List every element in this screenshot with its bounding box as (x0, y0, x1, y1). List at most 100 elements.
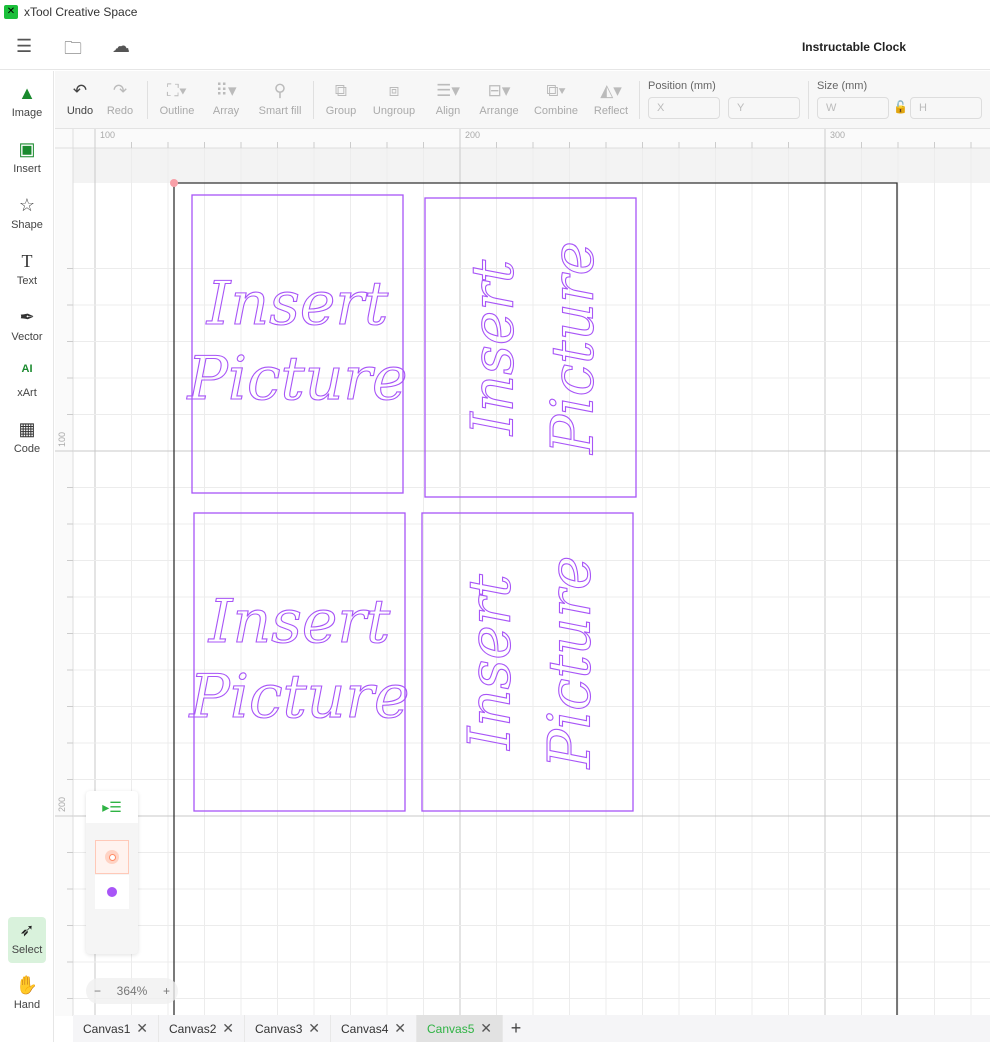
hand-icon: ✋ (15, 975, 39, 995)
button-label: Ungroup (372, 105, 416, 117)
placeholder-text: Picture (186, 344, 407, 414)
button-label: Reflect (593, 105, 629, 117)
qr-code-icon: ▦ (18, 419, 36, 439)
outline-button[interactable]: ⛶▾ Outline (155, 77, 199, 117)
position-x-input[interactable]: X (648, 97, 720, 119)
button-label: Combine (533, 105, 579, 117)
divider (147, 81, 148, 119)
sidebar-label: Shape (11, 219, 43, 231)
tab-canvas3[interactable]: Canvas3 ✕ (245, 1015, 331, 1042)
size-h-input[interactable]: H (910, 97, 982, 119)
toolbar: ↶ Undo ↷ Redo ⛶▾ Outline ⠿▾ Array ⚲ Smart fil… (55, 71, 990, 129)
placeholder-text: Insert (456, 574, 524, 751)
title-bar: ✕ xTool Creative Space (0, 0, 990, 24)
sidebar-label: Image (11, 107, 43, 119)
add-canvas-button[interactable]: + (503, 1015, 529, 1042)
redo-button[interactable]: ↷ Redo (105, 77, 135, 117)
button-label: Outline (159, 105, 195, 117)
smart-fill-button[interactable]: ⚲ Smart fill (255, 77, 305, 117)
group-button[interactable]: ⧉ Group (321, 77, 361, 117)
design-canvas[interactable]: 100 200 300 100 200 Insert Picture Insert P… (55, 129, 990, 1016)
button-label: Group (325, 105, 357, 117)
folder-icon[interactable]: 🗀 (64, 36, 82, 66)
ruler-x-label: 300 (830, 130, 845, 140)
align-button[interactable]: ☰▾ Align (430, 77, 466, 117)
tab-label: Canvas3 (255, 1021, 303, 1036)
tab-canvas5[interactable]: Canvas5 ✕ (417, 1015, 503, 1042)
app-title: xTool Creative Space (24, 5, 138, 19)
insert-icon: ▣ (18, 139, 36, 159)
layer-item-ferrule[interactable] (95, 840, 129, 874)
layer-color-icon (107, 887, 117, 897)
placeholder-text: Picture (188, 662, 409, 732)
tab-label: Canvas4 (341, 1021, 389, 1036)
ruler-y-label: 100 (57, 432, 67, 447)
layers-panel: ▸☰ (86, 791, 138, 954)
layer-item-purple[interactable] (95, 875, 129, 909)
placeholder-text: Insert (459, 259, 527, 436)
image-icon: ▲ (18, 83, 36, 103)
ruler-x-label: 200 (465, 130, 480, 140)
sidebar-label: Code (13, 443, 41, 455)
size-label: Size (mm) (817, 80, 868, 92)
sidebar-item-code[interactable]: ▦ Code (0, 419, 54, 455)
tab-label: Canvas1 (83, 1021, 131, 1036)
tab-canvas1[interactable]: Canvas1 ✕ (73, 1015, 159, 1042)
layer-list-icon[interactable]: ▸☰ (86, 791, 138, 823)
combine-button[interactable]: ⧉▾ Combine (532, 77, 580, 117)
layer-color-icon (105, 850, 119, 864)
close-icon[interactable]: ✕ (222, 1020, 234, 1037)
sidebar-item-image[interactable]: ▲ Image (0, 83, 54, 119)
arrange-button[interactable]: ⊟▾ Arrange (477, 77, 521, 117)
array-button[interactable]: ⠿▾ Array (207, 77, 245, 117)
button-label: Undo (66, 105, 94, 117)
divider (639, 81, 640, 119)
reflect-icon: ◭▾ (600, 81, 622, 100)
outline-icon: ⛶▾ (166, 81, 188, 100)
close-icon[interactable]: ✕ (136, 1020, 148, 1037)
sidebar-label: Select (11, 944, 43, 956)
sidebar-item-vector[interactable]: ✒ Vector (0, 307, 54, 343)
zoom-level: 364% (116, 984, 148, 998)
sidebar-item-insert[interactable]: ▣ Insert (0, 139, 54, 175)
sidebar-item-hand[interactable]: ✋ Hand (0, 975, 54, 1011)
cursor-icon: ➶ (19, 920, 35, 940)
button-label: Redo (106, 105, 134, 117)
undo-button[interactable]: ↶ Undo (65, 77, 95, 117)
ruler-y-label: 200 (57, 797, 67, 812)
zoom-in-button[interactable]: + (163, 984, 170, 998)
ai-icon: AI (21, 363, 33, 375)
sidebar-item-text[interactable]: T Text (0, 251, 54, 287)
menu-settings-icon[interactable]: ☰ (16, 36, 32, 57)
sidebar-label: Insert (13, 163, 41, 175)
canvas-tabs: Canvas1 ✕ Canvas2 ✕ Canvas3 ✕ Canvas4 ✕ Canv… (73, 1015, 990, 1042)
aspect-lock-icon[interactable]: 🔓 (893, 100, 908, 114)
array-icon: ⠿▾ (215, 81, 237, 100)
position-y-input[interactable]: Y (728, 97, 800, 119)
placeholder-text: Insert (206, 269, 389, 339)
origin-marker (170, 179, 178, 187)
tab-canvas4[interactable]: Canvas4 ✕ (331, 1015, 417, 1042)
tab-canvas2[interactable]: Canvas2 ✕ (159, 1015, 245, 1042)
canvas-svg[interactable]: 100 200 300 100 200 InsertPicture Insert P… (55, 129, 990, 1016)
close-icon[interactable]: ✕ (394, 1020, 406, 1037)
cloud-icon[interactable]: ☁ (112, 36, 130, 57)
arrange-icon: ⊟▾ (487, 81, 511, 100)
sidebar-item-select[interactable]: ➶ Select (8, 917, 46, 963)
sidebar-label: Vector (11, 331, 43, 343)
sidebar-label: Text (16, 275, 38, 287)
left-sidebar: ▲ Image ▣ Insert ☆ Shape T Text ✒ Vector AI xA… (0, 71, 54, 1042)
pen-icon: ✒ (19, 307, 35, 327)
ungroup-button[interactable]: ⧈ Ungroup (369, 77, 419, 117)
close-icon[interactable]: ✕ (308, 1020, 320, 1037)
undo-icon: ↶ (72, 81, 88, 100)
reflect-button[interactable]: ◭▾ Reflect (591, 77, 631, 117)
align-icon: ☰▾ (436, 81, 460, 100)
size-w-input[interactable]: W (817, 97, 889, 119)
close-icon[interactable]: ✕ (480, 1020, 492, 1037)
placeholder-text: Picture (536, 556, 604, 770)
sidebar-item-xart[interactable]: AI xArt (0, 363, 54, 399)
zoom-out-button[interactable]: − (94, 984, 101, 998)
sidebar-item-shape[interactable]: ☆ Shape (0, 195, 54, 231)
stamp-icon: ⚲ (273, 81, 287, 100)
